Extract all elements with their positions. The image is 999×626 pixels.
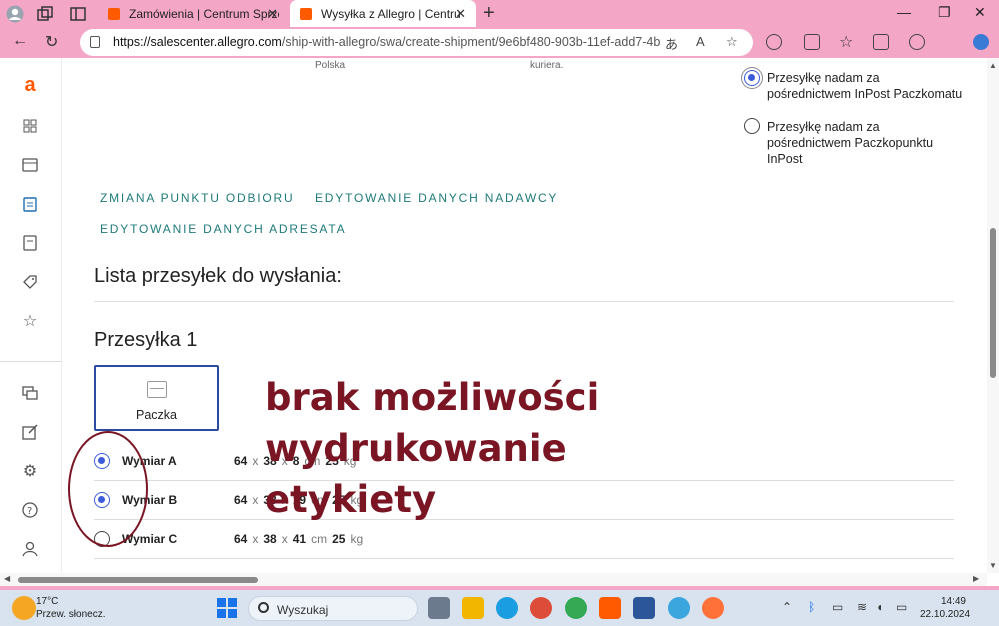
address-fragment: Polska — [315, 60, 346, 71]
chrome-profile-icon[interactable] — [565, 597, 587, 619]
edit-recipient-data-link[interactable]: EDYTOWANIE DANYCH ADRESATA — [100, 222, 346, 236]
translate-icon[interactable]: あ — [665, 34, 678, 53]
favorite-star-icon[interactable]: ☆ — [726, 34, 738, 50]
allegro-logo-icon[interactable]: a — [21, 74, 39, 96]
search-placeholder: Wyszukaj — [277, 603, 329, 617]
browser-essentials-icon[interactable] — [909, 34, 925, 50]
address-bar[interactable]: https://salescenter.allegro.com/ship-wit… — [80, 29, 753, 56]
tray-chevron-up-icon[interactable]: ⌃ — [782, 600, 792, 614]
scrollbar-thumb[interactable] — [18, 577, 258, 583]
invoices-icon[interactable] — [21, 234, 39, 252]
shipment-title: Przesyłka 1 — [94, 329, 198, 351]
firefox-icon[interactable] — [702, 597, 724, 619]
back-icon[interactable]: ← — [12, 32, 28, 50]
extensions-icon[interactable] — [766, 34, 782, 50]
horizontal-scrollbar[interactable]: ◀ ▶ — [0, 573, 987, 586]
maximize-icon[interactable]: ❐ — [938, 4, 951, 21]
keyboard-icon[interactable]: ▭ — [832, 600, 843, 614]
account-user-icon[interactable] — [21, 540, 39, 558]
sidebar-divider — [0, 361, 62, 362]
annotation-circle — [68, 431, 148, 547]
scroll-up-icon[interactable]: ▲ — [989, 61, 997, 70]
allegro-favicon-icon — [300, 7, 312, 20]
tab-shipping[interactable]: Wysyłka z Allegro | Centrum Sprzedaży ✕ — [290, 0, 476, 27]
settings-gear-icon[interactable]: ⚙ — [21, 462, 39, 480]
listings-icon[interactable] — [21, 156, 39, 174]
tab-title: Zamówienia | Centrum Sprzedaży — [129, 6, 279, 21]
dispatch-paczkomat-radio[interactable] — [744, 70, 760, 86]
task-view-icon[interactable] — [428, 597, 450, 619]
start-windows-icon[interactable] — [217, 598, 237, 618]
scroll-down-icon[interactable]: ▼ — [989, 561, 997, 570]
sidebar: a ☆ ⚙ ? — [0, 58, 62, 573]
close-icon[interactable]: ✕ — [455, 6, 466, 22]
edit-icon[interactable] — [21, 423, 39, 441]
chrome-icon[interactable] — [530, 597, 552, 619]
new-tab-icon[interactable]: + — [483, 2, 495, 25]
shipment-list-title: Lista przesyłek do wysłania: — [94, 265, 342, 287]
search-icon — [258, 602, 269, 613]
file-explorer-icon[interactable] — [462, 597, 484, 619]
help-icon[interactable]: ? — [21, 501, 39, 519]
divider — [94, 301, 954, 302]
dispatch-paczkopunkt-radio[interactable] — [744, 118, 760, 134]
messages-icon[interactable] — [21, 384, 39, 402]
row-divider — [94, 558, 954, 559]
dashboard-icon[interactable] — [21, 117, 39, 135]
close-icon[interactable]: ✕ — [267, 6, 278, 22]
allegro-favicon-icon — [108, 7, 120, 20]
annotation-text: brak możliwości wydrukowanie etykiety — [265, 376, 600, 521]
scroll-left-icon[interactable]: ◀ — [4, 574, 10, 583]
scrollbar-thumb[interactable] — [990, 228, 996, 378]
split-screen-icon[interactable] — [804, 34, 820, 50]
favorites-icon[interactable]: ☆ — [839, 32, 853, 52]
battery-icon[interactable]: ▭ — [896, 600, 907, 614]
tab-orders[interactable]: Zamówienia | Centrum Sprzedaży ✕ — [98, 0, 288, 27]
dimension-row[interactable]: Wymiar C 64 x 38 x 41 cm 25 kg — [75, 520, 955, 559]
svg-text:?: ? — [27, 506, 32, 517]
refresh-icon[interactable]: ↻ — [45, 32, 58, 52]
workspaces-icon[interactable] — [35, 4, 55, 24]
word-icon[interactable] — [633, 597, 655, 619]
clock[interactable]: 14:49 22.10.2024 — [920, 595, 970, 621]
url-text: https://salescenter.allegro.com/ship-wit… — [113, 35, 661, 49]
weather-sun-icon[interactable] — [12, 596, 36, 620]
scroll-right-icon[interactable]: ▶ — [973, 574, 979, 583]
taskbar: 17°C Przew. słonecz. Wyszukaj ⌃ ᛒ ▭ ≋ ◖ … — [0, 590, 999, 626]
volume-icon[interactable]: ◖ — [876, 600, 883, 614]
browser-toolbar: ← ↻ https://salescenter.allegro.com/ship… — [0, 27, 999, 58]
tab-actions-icon[interactable] — [68, 4, 88, 24]
dispatch-paczkopunkt-label[interactable]: Przesyłkę nadam za pośrednictwem Paczkop… — [767, 119, 933, 167]
edit-sender-data-link[interactable]: EDYTOWANIE DANYCH NADAWCY — [315, 191, 558, 205]
copilot-icon[interactable] — [973, 34, 989, 50]
wifi-icon[interactable]: ≋ — [857, 600, 867, 614]
tab-strip: Zamówienia | Centrum Sprzedaży ✕ Wysyłka… — [0, 0, 999, 27]
tab-title: Wysyłka z Allegro | Centrum Sprzedaży — [321, 6, 461, 21]
package-type-card[interactable]: Paczka — [94, 365, 219, 431]
collections-icon[interactable] — [873, 34, 889, 50]
taskbar-search[interactable]: Wyszukaj — [248, 596, 418, 621]
weather-widget[interactable]: 17°C Przew. słonecz. — [36, 595, 105, 621]
minimize-icon[interactable]: — — [897, 4, 911, 20]
bluetooth-icon[interactable]: ᛒ — [808, 600, 815, 614]
dimension-values: 64 x 38 x 41 cm 25 kg — [234, 532, 364, 546]
globe-app-icon[interactable] — [668, 597, 690, 619]
orders-icon[interactable] — [21, 195, 39, 213]
promotions-tag-icon[interactable] — [21, 273, 39, 291]
ratings-star-icon[interactable]: ☆ — [21, 312, 39, 330]
allegro-app-icon[interactable] — [599, 597, 621, 619]
package-type-label: Paczka — [136, 408, 177, 422]
package-icon — [147, 381, 167, 398]
read-aloud-icon[interactable]: A — [696, 34, 705, 49]
courier-fragment: kuriera. — [530, 60, 564, 71]
vertical-scrollbar[interactable]: ▲ ▼ — [987, 58, 999, 573]
close-window-icon[interactable]: ✕ — [974, 4, 986, 21]
profile-icon[interactable] — [5, 4, 25, 24]
change-pickup-point-link[interactable]: ZMIANA PUNKTU ODBIORU — [100, 191, 294, 205]
dispatch-paczkomat-label[interactable]: Przesyłkę nadam za pośrednictwem InPost … — [767, 70, 962, 102]
edge-icon[interactable] — [496, 597, 518, 619]
site-info-icon[interactable] — [90, 36, 100, 48]
